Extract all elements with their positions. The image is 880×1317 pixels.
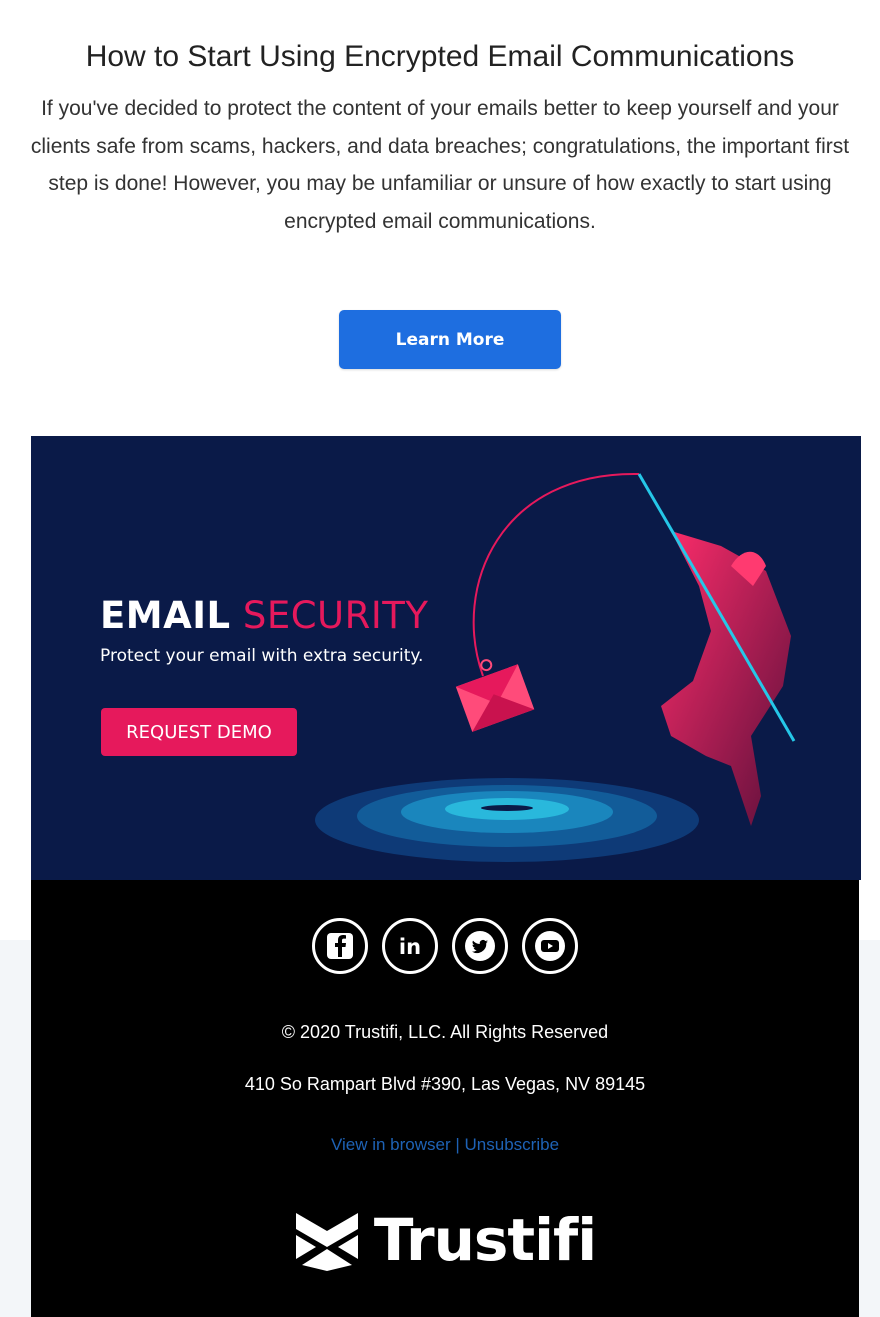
social-links: in	[31, 918, 859, 974]
youtube-icon[interactable]	[522, 918, 578, 974]
envelope-icon	[455, 659, 535, 732]
address-text: 410 So Rampart Blvd #390, Las Vegas, NV …	[244, 1074, 646, 1094]
trustifi-logo-icon	[295, 1213, 358, 1271]
article-section: How to Start Using Encrypted Email Commu…	[0, 40, 880, 240]
banner-title: EMAIL SECURITY	[100, 594, 428, 637]
brand-name: Trustifi	[373, 1206, 597, 1274]
facebook-icon[interactable]	[312, 918, 368, 974]
banner-subtitle: Protect your email with extra security.	[100, 646, 424, 666]
learn-more-button[interactable]: Learn More	[339, 310, 561, 369]
trustifi-logo[interactable]: Trustifi	[31, 1206, 859, 1274]
figure-silhouette	[661, 531, 791, 826]
banner-title-bold: EMAIL	[100, 594, 231, 637]
view-in-browser-link[interactable]: View in browser	[331, 1135, 451, 1154]
footer-links: View in browser | Unsubscribe	[31, 1135, 859, 1155]
twitter-icon[interactable]	[452, 918, 508, 974]
copyright-text: © 2020 Trustifi, LLC. All Rights Reserve…	[281, 1022, 609, 1042]
fishing-line	[472, 472, 640, 677]
article-title: How to Start Using Encrypted Email Commu…	[85, 40, 795, 73]
email-security-banner[interactable]: EMAIL SECURITY Protect your email with e…	[31, 436, 861, 880]
unsubscribe-link[interactable]: Unsubscribe	[465, 1135, 560, 1154]
request-demo-button[interactable]: REQUEST DEMO	[101, 708, 297, 756]
linkedin-icon[interactable]: in	[382, 918, 438, 974]
link-separator: |	[455, 1135, 460, 1154]
banner-title-light: SECURITY	[242, 594, 429, 637]
article-body: If you've decided to protect the content…	[30, 97, 850, 233]
svg-text:in: in	[399, 935, 421, 959]
ripple-hole	[481, 805, 533, 811]
email-footer: in © 2020 Trustifi, LLC. All Rights Rese…	[31, 880, 859, 1317]
